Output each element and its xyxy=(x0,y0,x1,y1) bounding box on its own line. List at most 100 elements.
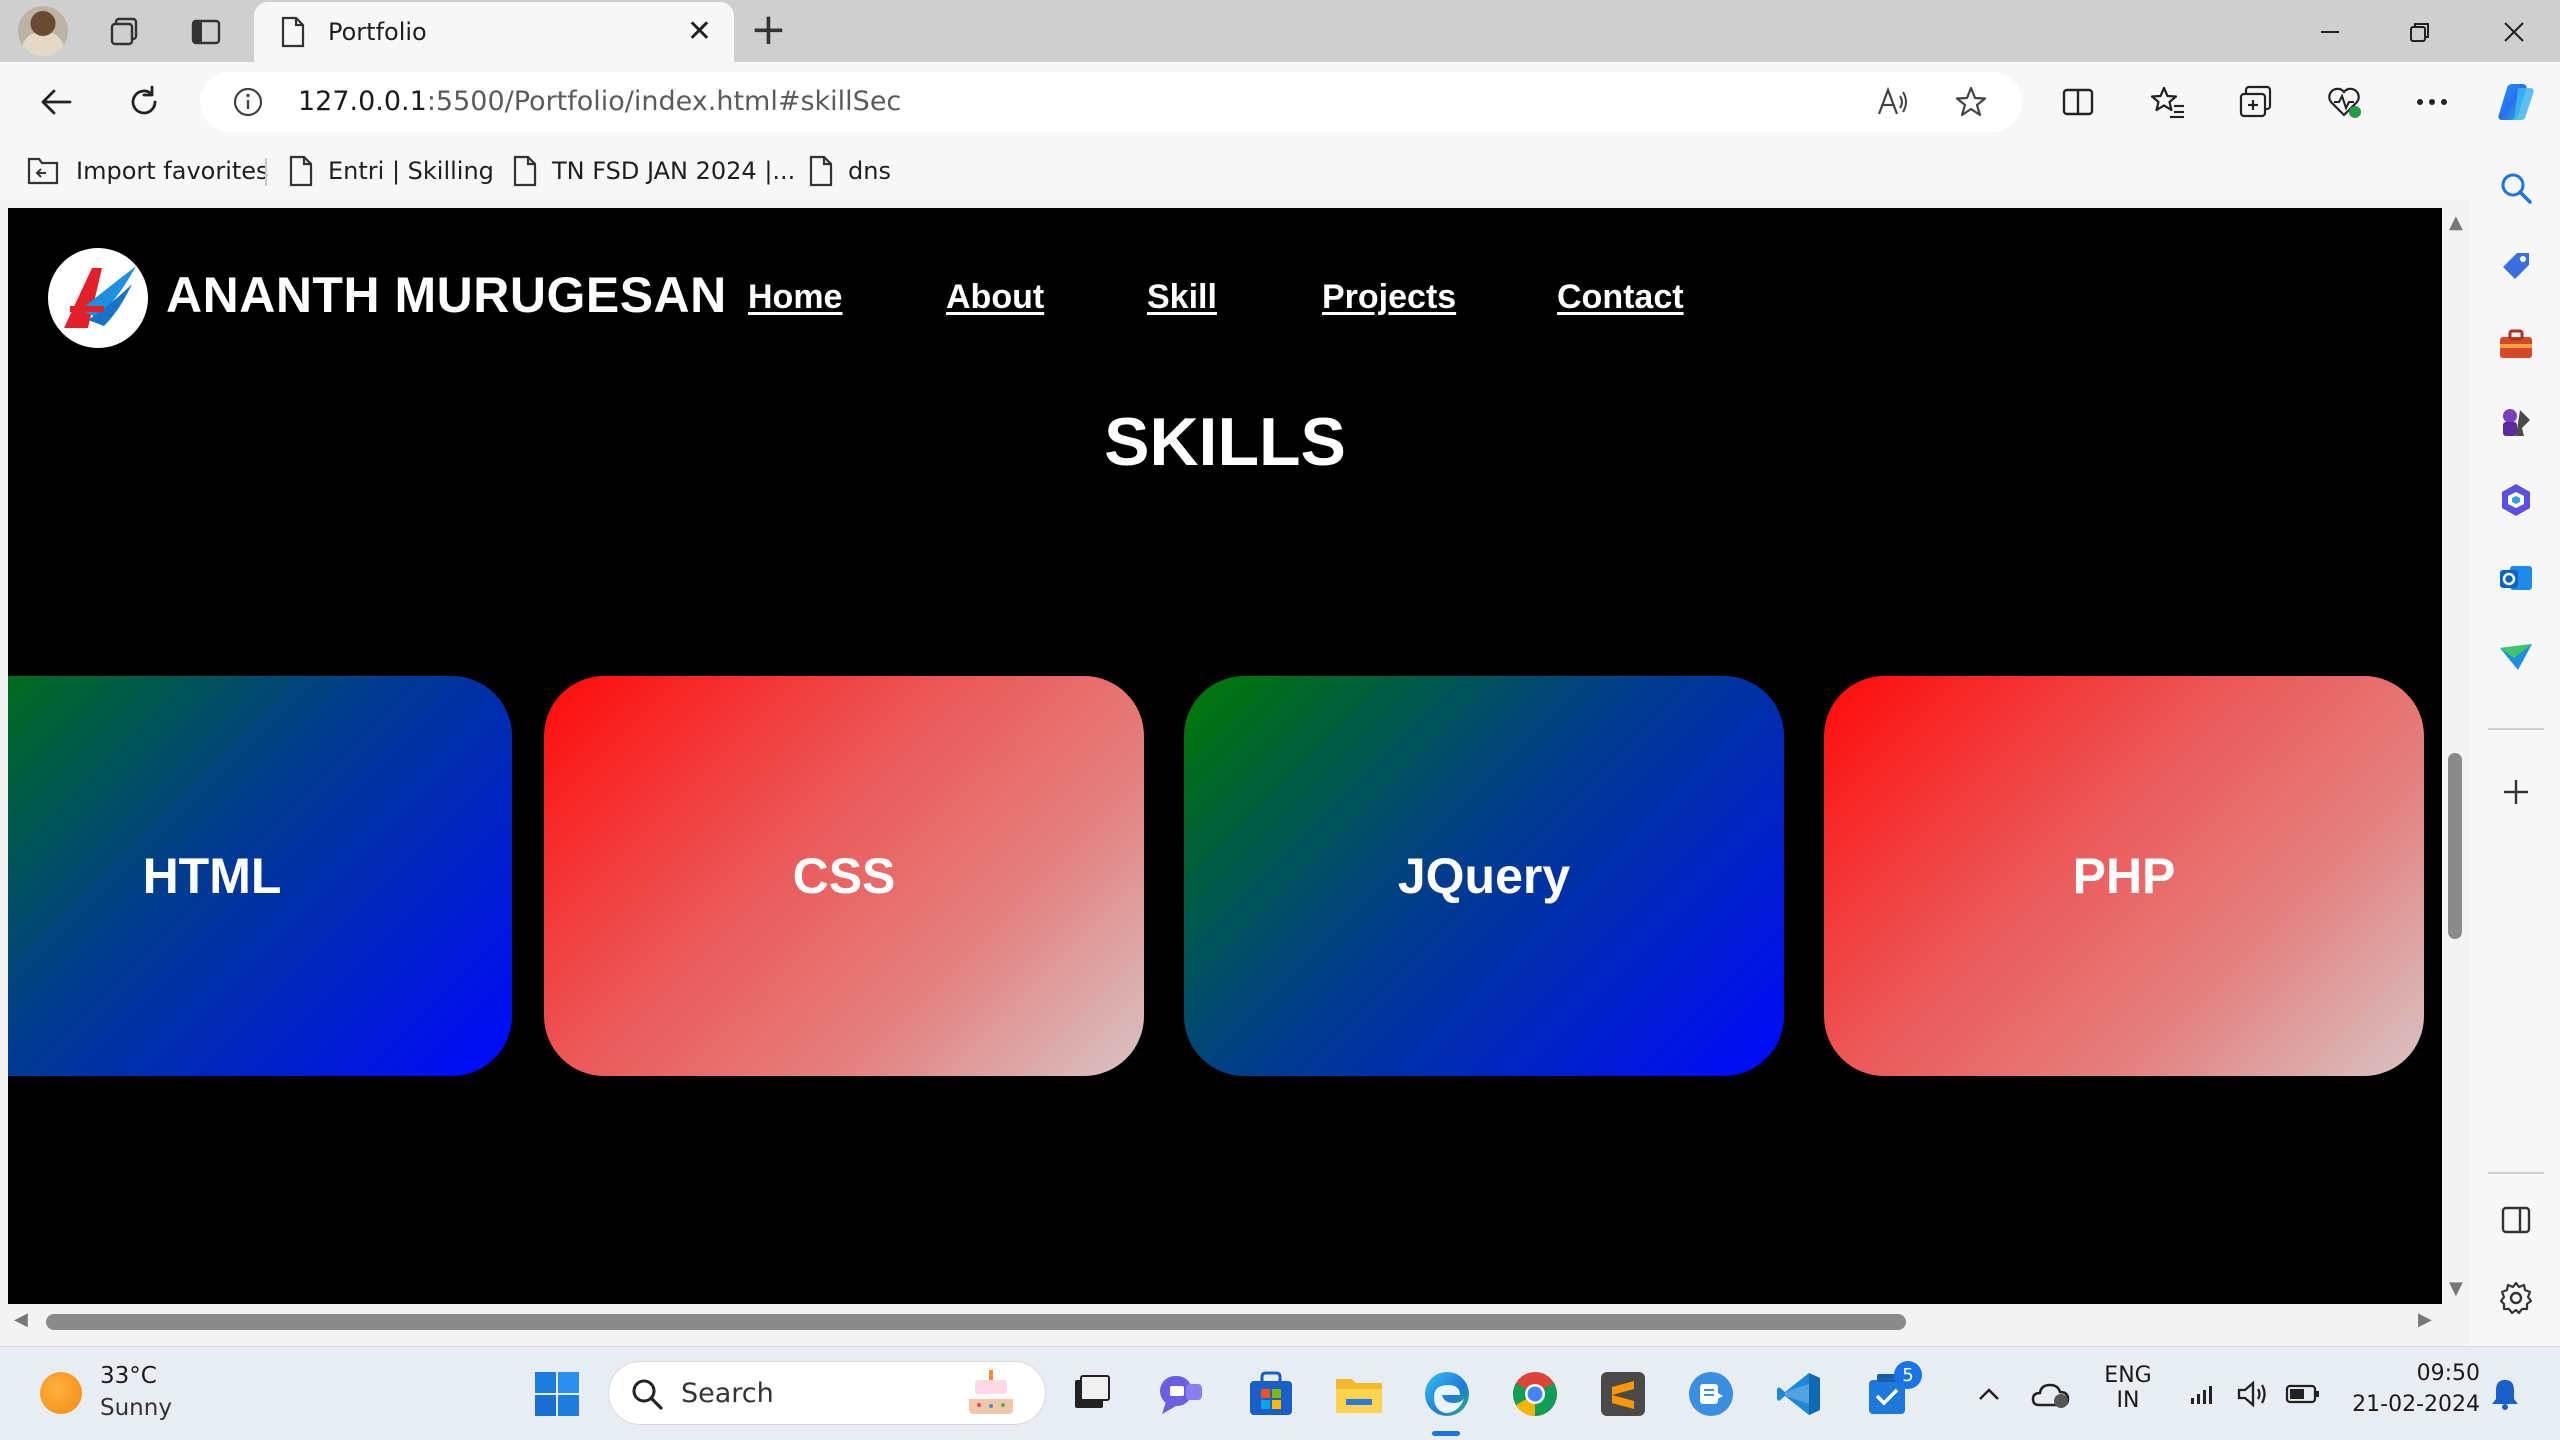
brand-logo[interactable] xyxy=(48,248,148,348)
volume-icon[interactable] xyxy=(2226,1367,2280,1421)
page-icon xyxy=(809,155,833,187)
vscode-icon[interactable] xyxy=(1772,1367,1826,1421)
windows-taskbar: 33°C Sunny Search 5 ENG IN 09:50 21-02-2… xyxy=(0,1346,2560,1440)
scroll-left-icon[interactable]: ◀ xyxy=(14,1309,28,1330)
sidebar-divider xyxy=(2488,1172,2544,1174)
outlook-icon[interactable] xyxy=(2492,554,2540,602)
profile-avatar[interactable] xyxy=(18,6,68,56)
start-icon[interactable] xyxy=(530,1367,584,1421)
read-aloud-icon[interactable] xyxy=(1876,86,1910,122)
sublime-text-icon[interactable] xyxy=(1596,1367,1650,1421)
clock-time: 09:50 xyxy=(2416,1361,2480,1386)
nav-about[interactable]: About xyxy=(946,278,1044,317)
page-icon xyxy=(289,155,313,187)
skill-label: HTML xyxy=(142,848,282,904)
search-icon xyxy=(631,1378,663,1414)
horizontal-scrollbar[interactable]: ◀ ▶ xyxy=(8,1304,2442,1336)
star-icon[interactable] xyxy=(1954,85,1988,123)
tab-portfolio[interactable]: Portfolio ✕ xyxy=(254,2,734,64)
weather-description[interactable]: Sunny xyxy=(100,1395,172,1421)
games-icon[interactable] xyxy=(2492,398,2540,446)
active-app-indicator xyxy=(1432,1431,1460,1436)
birthday-cake-icon xyxy=(961,1368,1021,1424)
battery-icon[interactable] xyxy=(2276,1367,2330,1421)
brand-name[interactable]: ANANTH MURUGESAN xyxy=(166,266,727,324)
more-options-icon[interactable] xyxy=(2406,76,2458,128)
shopping-tag-icon[interactable] xyxy=(2492,242,2540,290)
restore-button[interactable] xyxy=(2390,10,2450,54)
settings-gear-icon[interactable] xyxy=(2492,1274,2540,1322)
tab-actions-icon[interactable] xyxy=(182,8,230,56)
tab-bar: Portfolio ✕ + xyxy=(0,0,2560,64)
site-info-icon[interactable] xyxy=(232,86,264,122)
vertical-scrollbar[interactable]: ▲ ▼ xyxy=(2442,208,2470,1304)
clock[interactable]: 09:50 21-02-2024 xyxy=(2340,1361,2480,1417)
teams-chat-icon[interactable] xyxy=(1154,1367,1208,1421)
skill-card-html[interactable]: HTML xyxy=(8,676,512,1076)
scroll-right-icon[interactable]: ▶ xyxy=(2418,1309,2432,1330)
copilot-icon[interactable] xyxy=(2490,76,2542,128)
scroll-down-icon[interactable]: ▼ xyxy=(2449,1278,2463,1299)
skill-card-jquery[interactable]: JQuery xyxy=(1184,676,1784,1076)
todo-app-icon[interactable]: 5 xyxy=(1860,1361,1922,1421)
skill-card-php[interactable]: PHP xyxy=(1824,676,2424,1076)
navigation-toolbar: 127.0.0.1:5500/Portfolio/index.html#skil… xyxy=(0,62,2560,142)
minimize-button[interactable] xyxy=(2300,10,2360,54)
edge-dev-app-icon[interactable] xyxy=(1684,1367,1738,1421)
language-indicator[interactable]: ENG IN xyxy=(2098,1363,2158,1413)
microsoft-365-icon[interactable] xyxy=(2492,476,2540,524)
tools-icon[interactable] xyxy=(2492,320,2540,368)
search-label: Search xyxy=(681,1378,774,1409)
add-icon[interactable] xyxy=(2492,768,2540,816)
new-tab-button[interactable]: + xyxy=(750,6,787,54)
task-view-icon[interactable] xyxy=(1064,1367,1118,1421)
file-explorer-icon[interactable] xyxy=(1332,1367,1386,1421)
horizontal-scroll-thumb[interactable] xyxy=(46,1314,1906,1330)
split-screen-icon[interactable] xyxy=(2052,76,2104,128)
vertical-scroll-thumb[interactable] xyxy=(2448,753,2462,939)
browser-essentials-icon[interactable] xyxy=(2318,76,2370,128)
workspaces-icon[interactable] xyxy=(100,8,148,56)
search-icon[interactable] xyxy=(2492,164,2540,212)
back-button[interactable] xyxy=(30,76,82,128)
nav-skill[interactable]: Skill xyxy=(1147,278,1217,317)
tab-close-button[interactable]: ✕ xyxy=(687,14,712,49)
nav-contact[interactable]: Contact xyxy=(1557,278,1684,317)
collections-icon[interactable] xyxy=(2230,76,2282,128)
skill-label: CSS xyxy=(792,848,896,904)
skill-label: PHP xyxy=(2072,848,2176,904)
wifi-signal-icon[interactable] xyxy=(2176,1367,2230,1421)
edge-browser-icon[interactable] xyxy=(1420,1367,1474,1421)
tab-title: Portfolio xyxy=(328,18,427,46)
drop-icon[interactable] xyxy=(2492,632,2540,680)
weather-sun-icon[interactable] xyxy=(40,1372,82,1414)
nav-projects[interactable]: Projects xyxy=(1322,278,1456,317)
microsoft-store-icon[interactable] xyxy=(1244,1367,1298,1421)
favorite-entri[interactable]: Entri | Skilling xyxy=(288,152,494,190)
skill-card-css[interactable]: CSS xyxy=(544,676,1144,1076)
show-hidden-icons-chevron-icon[interactable] xyxy=(1962,1367,2016,1421)
page-viewport: ANANTH MURUGESAN Home About Skill Projec… xyxy=(8,208,2442,1304)
sidebar-divider xyxy=(2488,728,2544,730)
weather-temperature[interactable]: 33°C xyxy=(100,1363,157,1389)
hide-sidebar-icon[interactable] xyxy=(2492,1196,2540,1244)
chrome-icon[interactable] xyxy=(1508,1367,1562,1421)
refresh-button[interactable] xyxy=(118,76,170,128)
favorite-dns[interactable]: dns xyxy=(808,152,891,190)
page-icon xyxy=(513,155,537,187)
close-window-button[interactable] xyxy=(2484,10,2544,54)
favorites-bar: Import favorites Entri | Skilling TN FSD… xyxy=(0,142,2560,200)
address-bar[interactable]: 127.0.0.1:5500/Portfolio/index.html#skil… xyxy=(200,72,2022,132)
notification-bell-icon[interactable] xyxy=(2478,1367,2532,1421)
clock-date: 21-02-2024 xyxy=(2352,1392,2480,1417)
favorites-icon[interactable] xyxy=(2142,76,2194,128)
taskbar-search[interactable]: Search xyxy=(608,1361,1046,1425)
scroll-up-icon[interactable]: ▲ xyxy=(2449,212,2463,233)
onedrive-icon[interactable] xyxy=(2024,1367,2078,1421)
favorite-import[interactable]: Import favorites xyxy=(26,152,269,190)
section-title: SKILLS xyxy=(1104,404,1346,480)
favorite-tn-fsd[interactable]: TN FSD JAN 2024 |... xyxy=(512,152,795,190)
url-text[interactable]: 127.0.0.1:5500/Portfolio/index.html#skil… xyxy=(298,86,901,117)
nav-home[interactable]: Home xyxy=(748,278,842,317)
page-icon xyxy=(280,16,306,52)
